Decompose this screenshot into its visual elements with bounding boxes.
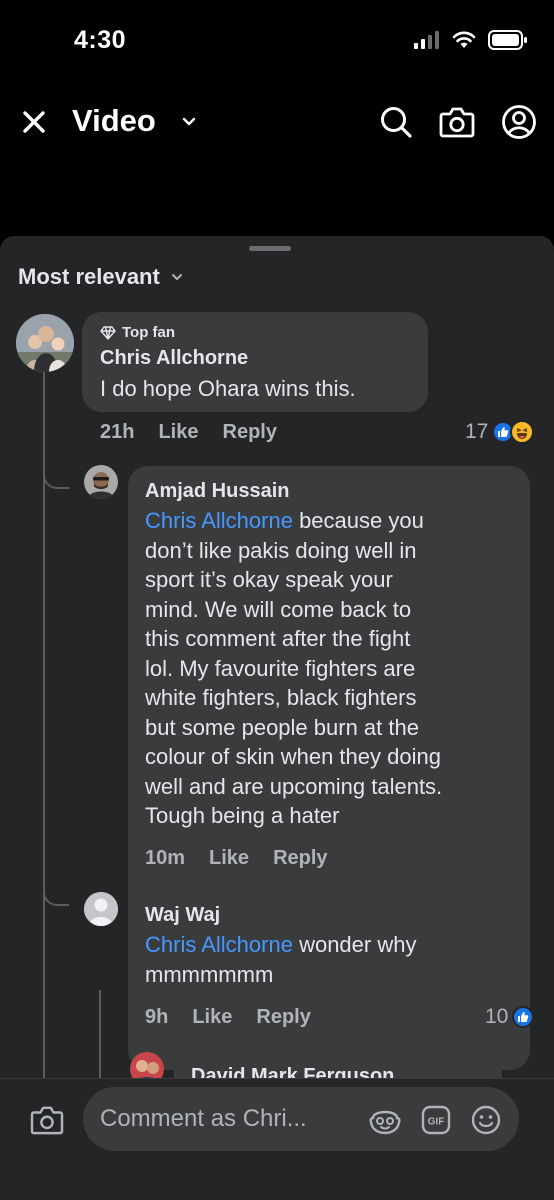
comment-author[interactable]: Chris Allchorne xyxy=(100,347,248,370)
sort-dropdown[interactable]: Most relevant xyxy=(18,264,184,290)
reaction-count: 10 xyxy=(485,1005,509,1028)
comment-composer: Comment as Chri... GIF xyxy=(0,1078,554,1200)
sort-label: Most relevant xyxy=(18,264,160,289)
composer-camera-button[interactable] xyxy=(28,1101,66,1139)
header: Video xyxy=(0,86,554,156)
comment-author[interactable]: Amjad Hussain xyxy=(145,480,289,503)
chevron-down-icon[interactable] xyxy=(180,112,198,130)
profile-icon xyxy=(502,105,536,139)
reply-button[interactable]: Reply xyxy=(223,421,277,444)
close-button[interactable] xyxy=(18,106,50,138)
avatar-photo xyxy=(84,465,118,499)
comment-placeholder: Comment as Chri... xyxy=(100,1105,307,1132)
search-button[interactable] xyxy=(376,102,416,142)
diamond-icon xyxy=(100,325,116,340)
avatar-sticker-icon xyxy=(369,1110,401,1135)
comment-text: I do hope Ohara wins this. xyxy=(100,376,356,401)
like-button[interactable]: Like xyxy=(158,421,198,444)
battery-icon xyxy=(488,30,527,50)
comment-time[interactable]: 21h xyxy=(100,421,134,444)
avatar[interactable] xyxy=(84,892,118,926)
default-profile-icon xyxy=(84,892,118,926)
camera-button[interactable] xyxy=(437,102,477,142)
comments-sheet: Most relevant Top fan Chris Allchorne I … xyxy=(0,236,554,1200)
reply-button[interactable]: Reply xyxy=(256,1006,310,1029)
top-fan-badge: Top fan xyxy=(100,324,175,341)
mention-link[interactable]: Chris Allchorne xyxy=(145,932,293,957)
like-button[interactable]: Like xyxy=(192,1006,232,1029)
camera-icon xyxy=(30,1106,64,1135)
gif-button[interactable]: GIF xyxy=(419,1103,453,1137)
comment-input[interactable]: Comment as Chri... GIF xyxy=(83,1087,519,1151)
avatar[interactable] xyxy=(84,465,118,499)
thread-branch xyxy=(43,449,69,489)
sheet-grabber[interactable] xyxy=(249,246,291,251)
top-fan-label: Top fan xyxy=(122,324,176,341)
comment-bubble[interactable]: Top fan Chris Allchorne I do hope Ohara … xyxy=(82,312,428,412)
like-reaction-icon xyxy=(512,1006,535,1028)
comment-actions: 9h Like Reply xyxy=(145,1006,335,1029)
reaction-count: 17 xyxy=(465,420,489,443)
haha-reaction-icon xyxy=(510,420,535,444)
signal-icon xyxy=(414,31,439,49)
comment-time[interactable]: 10m xyxy=(145,847,185,870)
emoji-icon xyxy=(471,1105,501,1135)
status-icons xyxy=(414,30,528,50)
close-icon xyxy=(23,111,45,133)
thread-branch xyxy=(43,876,69,906)
reaction-summary[interactable]: 17 xyxy=(465,420,535,444)
gif-icon: GIF xyxy=(421,1105,451,1135)
camera-icon xyxy=(439,107,475,138)
profile-button[interactable] xyxy=(499,102,539,142)
page-title[interactable]: Video xyxy=(72,103,156,139)
avatar-photo xyxy=(16,314,74,372)
avatar-sticker-button[interactable] xyxy=(368,1103,402,1137)
avatar[interactable] xyxy=(16,314,74,372)
comment-text: Chris Allchorne wonder why mmmmmmm xyxy=(145,932,417,987)
chevron-down-icon xyxy=(171,274,182,280)
reply-button[interactable]: Reply xyxy=(273,847,327,870)
comment-actions: 10m Like Reply xyxy=(145,847,352,870)
like-button[interactable]: Like xyxy=(209,847,249,870)
comment-actions: 21h Like Reply xyxy=(100,421,301,444)
status-bar: 4:30 xyxy=(0,0,554,86)
status-time: 4:30 xyxy=(74,26,127,54)
comment-author[interactable]: Waj Waj xyxy=(145,904,220,927)
comment-bubble[interactable]: Waj Waj Chris Allchorne wonder why mmmmm… xyxy=(128,892,502,992)
comment-text: Chris Allchorne because you don’t like p… xyxy=(145,508,443,828)
wifi-icon xyxy=(452,31,476,48)
reaction-summary[interactable]: 10 xyxy=(485,1005,535,1029)
mention-link[interactable]: Chris Allchorne xyxy=(145,508,293,533)
emoji-button[interactable] xyxy=(469,1103,503,1137)
comment-time[interactable]: 9h xyxy=(145,1006,168,1029)
search-icon xyxy=(381,107,412,138)
svg-text:GIF: GIF xyxy=(428,1117,445,1128)
